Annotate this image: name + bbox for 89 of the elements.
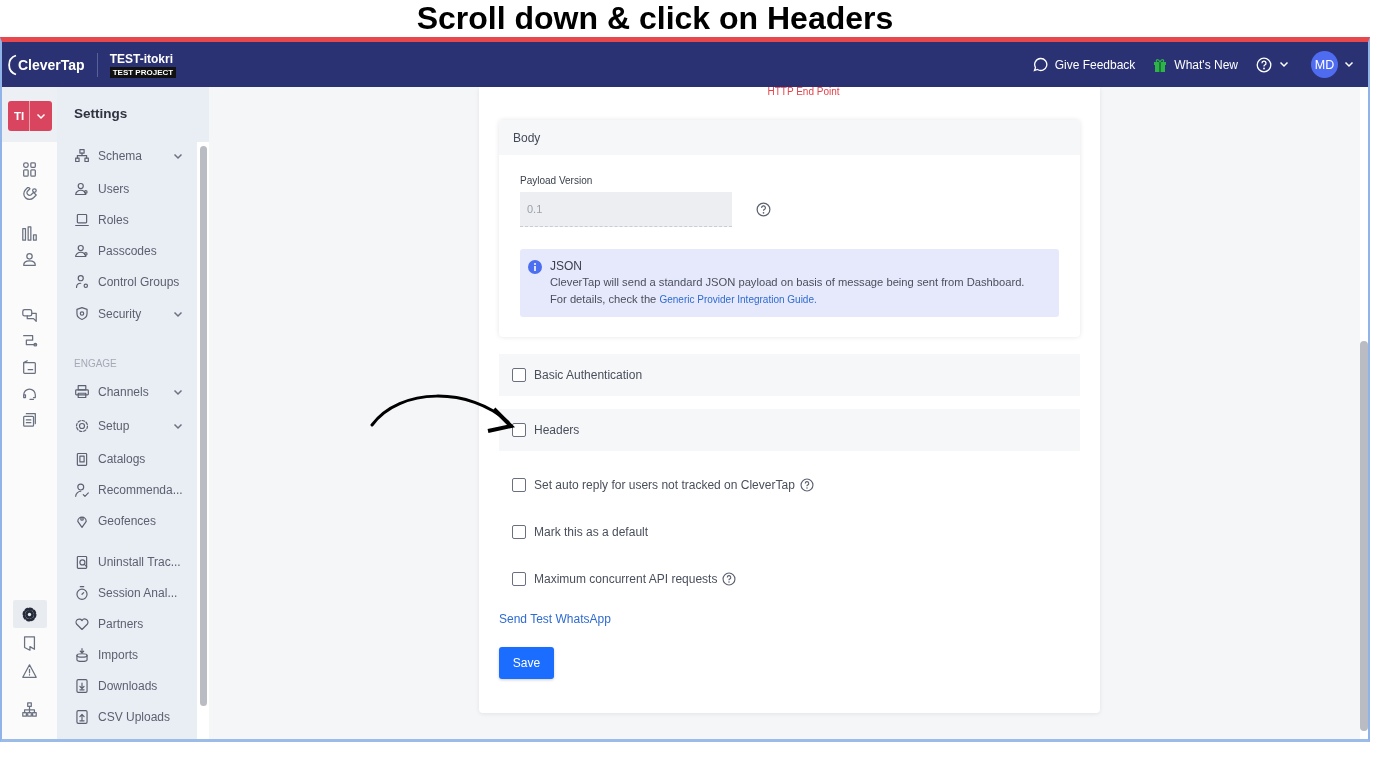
project-badge: TEST PROJECT: [109, 66, 177, 78]
nav-item[interactable]: Users: [74, 173, 197, 204]
whats-new-link[interactable]: What's New: [1153, 57, 1238, 72]
nav-item[interactable]: Setup: [74, 409, 197, 443]
settings-icon: [74, 418, 90, 434]
help-icon[interactable]: [756, 202, 771, 217]
stack-icon: [74, 646, 90, 663]
avatar[interactable]: MD: [1311, 51, 1338, 78]
hierarchy-icon: [74, 148, 90, 164]
checkbox-option[interactable]: Set auto reply for users not tracked on CleverTap: [512, 478, 795, 492]
checkbox-option[interactable]: Basic Authentication: [512, 368, 643, 382]
users-icon: [74, 242, 90, 259]
checkbox[interactable]: [512, 368, 526, 382]
checkbox[interactable]: [512, 478, 526, 492]
checkbox[interactable]: [512, 572, 526, 586]
nav-item[interactable]: Roles: [74, 204, 197, 235]
save-button[interactable]: Save: [499, 647, 554, 679]
tutorial-caption: Scroll down & click on Headers: [416, 0, 894, 37]
chevron-down-icon: [1279, 61, 1289, 68]
bookmark-icon: [21, 634, 38, 652]
error-text: HTTP End Point: [766, 87, 841, 99]
users-icon: [74, 180, 90, 197]
info-text: CleverTap will send a standard JSON payload on basis of message being sent from Dashboard. For details, check the Generic Provider Integration Guide.: [550, 275, 1025, 307]
settings-title: Settings: [73, 105, 129, 123]
scrollbar-thumb[interactable]: [1360, 341, 1368, 731]
help-icon[interactable]: [799, 478, 814, 492]
nav-item[interactable]: Partners: [74, 608, 197, 639]
nav-item[interactable]: Passcodes: [74, 235, 197, 266]
project-name: TEST-itokri: [109, 51, 174, 66]
settings-rail-item[interactable]: [12, 600, 47, 628]
heart-icon: [74, 615, 90, 632]
settings-icon: [21, 605, 38, 623]
user-check-icon: [74, 481, 90, 498]
workspace-initials: TI: [8, 101, 31, 131]
user-gear-icon: [74, 273, 90, 290]
workspace-switcher[interactable]: TI: [8, 101, 53, 131]
nav-item[interactable]: Session Anal...: [74, 577, 197, 608]
laptop-icon: [74, 211, 90, 228]
users-icon: [21, 250, 38, 268]
checkbox[interactable]: [512, 423, 526, 437]
clipboard-icon: [74, 450, 90, 467]
give-feedback-link[interactable]: Give Feedback: [1032, 57, 1136, 72]
checkbox-option[interactable]: Maximum concurrent API requests: [512, 572, 718, 586]
cards-icon: [21, 410, 38, 428]
send-test-link[interactable]: Send Test WhatsApp: [499, 612, 611, 626]
help-icon: [1256, 56, 1272, 73]
board-icon: [21, 358, 38, 376]
chat-bubble-icon: [1032, 57, 1048, 72]
org-chart-icon: [21, 700, 38, 718]
panel-title: Body: [499, 120, 1080, 155]
nav-item[interactable]: Catalogs: [74, 443, 197, 474]
help-icon[interactable]: [722, 572, 737, 586]
guide-link[interactable]: Generic Provider Integration Guide.: [659, 294, 817, 305]
nav-item[interactable]: Channels: [74, 375, 197, 409]
nav-item[interactable]: CSV Uploads: [74, 701, 197, 732]
shield-icon: [74, 306, 90, 322]
checkbox[interactable]: [512, 525, 526, 539]
logo-text: CleverTap: [18, 56, 85, 73]
field-label: Payload Version: [520, 175, 594, 186]
grid-icon: [21, 160, 38, 178]
section-heading: ENGAGE: [74, 357, 118, 369]
flow-icon: [21, 332, 38, 350]
warning-icon: [21, 662, 38, 680]
nav-item[interactable]: Schema: [74, 139, 197, 173]
stopwatch-icon: [74, 584, 90, 601]
checkbox-option[interactable]: Mark this as a default: [512, 525, 649, 539]
download-icon: [74, 677, 90, 694]
nav-item[interactable]: Uninstall Trac...: [74, 546, 197, 577]
chevron-down-icon: [36, 112, 47, 120]
printer-icon: [74, 384, 90, 400]
checkbox-option[interactable]: Headers: [512, 423, 580, 437]
nav-item[interactable]: Recommenda...: [74, 474, 197, 505]
info-icon: [528, 260, 542, 274]
scrollbar-thumb[interactable]: [199, 146, 207, 706]
chevron-down-icon: [1344, 61, 1354, 68]
nav-item[interactable]: Downloads: [74, 670, 197, 701]
bar-chart-icon: [21, 224, 38, 242]
nav-item[interactable]: Security: [74, 297, 197, 331]
help-menu[interactable]: [1256, 56, 1289, 73]
nav-item[interactable]: Geofences: [74, 505, 197, 536]
nav-item[interactable]: Imports: [74, 639, 197, 670]
crescent-icon: [7, 53, 17, 76]
nav-item[interactable]: Control Groups: [74, 266, 197, 297]
gift-icon: [1153, 57, 1168, 72]
upload-icon: [74, 708, 90, 725]
info-title: JSON: [550, 258, 583, 274]
logo[interactable]: CleverTap: [7, 53, 85, 76]
chat-icon: [21, 306, 38, 324]
clipboard-search-icon: [74, 553, 90, 570]
